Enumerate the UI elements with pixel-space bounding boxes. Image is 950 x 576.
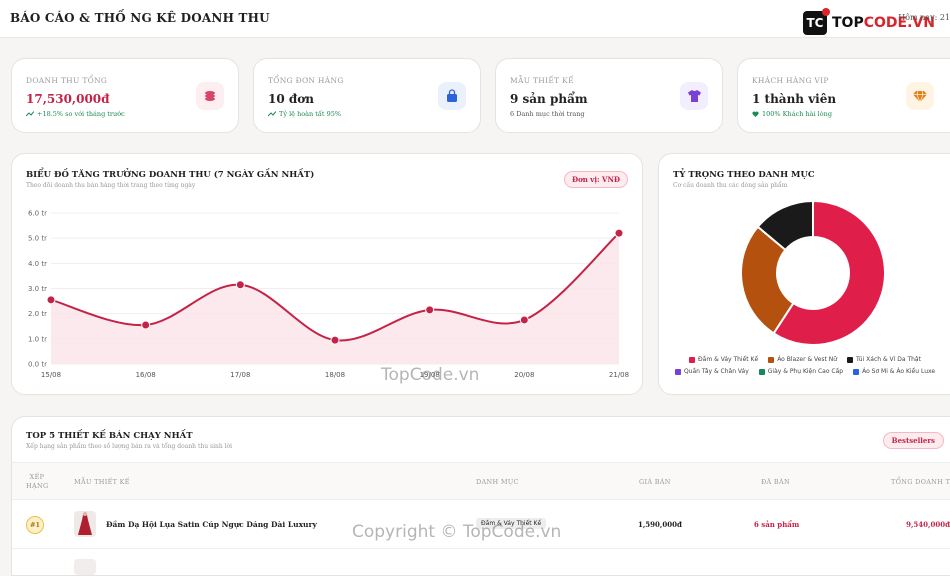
legend-row: Đầm & Váy Thiết Kế Áo Blazer & Vest Nữ Túi… — [659, 356, 950, 363]
data-point — [141, 320, 151, 330]
shirt-icon — [680, 82, 708, 110]
legend-item[interactable]: Quần Tây & Chân Váy — [674, 368, 749, 375]
trend-up-icon — [268, 111, 276, 117]
trend-up-icon — [26, 111, 34, 117]
stat-note: 100% Khách hài lòng — [752, 110, 832, 118]
stat-note-text: 100% Khách hài lòng — [762, 110, 833, 118]
product-thumbnail — [74, 511, 96, 537]
y-tick-label: 4.0 tr — [28, 260, 47, 268]
revenue-card: DOANH THU TỔNG 17,530,000đ +18.5% so với… — [11, 58, 239, 133]
table-row[interactable]: #1 Đầm Dạ Hội Lụa Satin Cúp Ngực Dáng Dà… — [12, 501, 950, 549]
y-tick-label: 1.0 tr — [28, 335, 47, 343]
sold-cell: 6 sản phẩm — [754, 520, 800, 529]
coins-icon — [196, 82, 224, 110]
page-title: BÁO CÁO & THỐ NG KÊ DOANH THU — [10, 11, 270, 25]
total-cell: 9,540,000đ — [906, 520, 950, 529]
legend-row: Quần Tây & Chân Váy Giày & Phụ Kiện Cao C… — [659, 368, 950, 375]
col-price: GIÁ BÁN — [639, 478, 671, 486]
legend-swatch — [674, 368, 681, 375]
stat-label: MẪU THIẾT KẾ — [510, 76, 574, 85]
col-total: TỔNG DOANH THU — [891, 478, 950, 486]
legend-label: Quần Tây & Chân Váy — [683, 368, 749, 375]
orders-card: TỔNG ĐƠN HÀNG 10 đơn Tỷ lệ hoàn tất 95% — [253, 58, 481, 133]
legend-item[interactable]: Giày & Phụ Kiện Cao Cấp — [758, 368, 844, 375]
gem-icon — [906, 82, 934, 110]
data-point — [235, 280, 245, 290]
x-tick-label: 19/08 — [420, 371, 440, 379]
legend-label: Áo Sơ Mi & Áo Kiểu Luxe — [862, 368, 936, 375]
stat-label: TỔNG ĐƠN HÀNG — [268, 76, 344, 85]
stat-label: KHÁCH HÀNG VIP — [752, 76, 829, 85]
data-point — [330, 335, 340, 345]
product-thumbnail — [74, 559, 96, 575]
bestsellers-table-card: TOP 5 THIẾT KẾ BÁN CHẠY NHẤT Xếp hạng sả… — [11, 416, 950, 576]
vip-card: KHÁCH HÀNG VIP 1 thành viên 100% Khách h… — [737, 58, 950, 133]
category-share-card: TỶ TRỌNG THEO DANH MỤC Cơ cấu doanh thu … — [658, 153, 950, 395]
legend-item[interactable]: Áo Blazer & Vest Nữ — [768, 356, 837, 363]
x-tick-label: 18/08 — [325, 371, 345, 379]
legend-swatch — [758, 368, 765, 375]
x-tick-label: 21/08 — [609, 371, 629, 379]
stat-note: +18.5% so với tháng trước — [26, 110, 125, 118]
logo-prefix: TOP — [832, 15, 864, 31]
stat-value: 17,530,000đ — [26, 92, 110, 106]
col-sold: ĐÃ BÁN — [761, 478, 790, 486]
logo-badge: TC — [803, 8, 830, 35]
legend-swatch — [768, 356, 775, 363]
stat-note: Tỷ lệ hoàn tất 95% — [268, 110, 341, 118]
stat-note-text: +18.5% so với tháng trước — [37, 110, 125, 118]
stat-value: 9 sản phẩm — [510, 92, 588, 106]
y-tick-label: 2.0 tr — [28, 310, 47, 318]
shopping-bag-icon — [438, 82, 466, 110]
stat-value: 10 đơn — [268, 92, 314, 106]
col-design: MẪU THIẾT KẾ — [74, 478, 130, 486]
y-tick-label: 5.0 tr — [28, 235, 47, 243]
y-tick-label: 3.0 tr — [28, 285, 47, 293]
col-rank: XẾP HẠNG — [26, 473, 49, 490]
x-tick-label: 15/08 — [41, 371, 61, 379]
data-point — [519, 315, 529, 325]
x-tick-label: 17/08 — [230, 371, 250, 379]
legend-label: Túi Xách & Ví Da Thật — [856, 356, 921, 363]
category-tag: Đầm & Váy Thiết Kế — [476, 518, 547, 529]
data-point — [614, 228, 624, 238]
legend-item[interactable]: Áo Sơ Mi & Áo Kiểu Luxe — [853, 368, 935, 375]
heart-icon — [752, 111, 759, 117]
stat-note-text: Tỷ lệ hoàn tất 95% — [279, 110, 342, 118]
x-tick-label: 20/08 — [514, 371, 534, 379]
table-subtitle: Xếp hạng sản phẩm theo số lượng bán ra v… — [26, 443, 233, 450]
stat-note: 6 Danh mục thời trang — [510, 110, 585, 118]
product-name[interactable]: Đầm Dạ Hội Lụa Satin Cúp Ngực Dáng Dài L… — [106, 520, 317, 529]
table-header: XẾP HẠNG MẪU THIẾT KẾ DANH MỤC GIÁ BÁN Đ… — [12, 462, 950, 500]
chart-title: TỶ TRỌNG THEO DANH MỤC — [673, 170, 815, 180]
stat-value: 1 thành viên — [752, 92, 837, 106]
data-point — [425, 305, 435, 315]
legend-label: Áo Blazer & Vest Nữ — [777, 356, 838, 363]
x-tick-label: 16/08 — [136, 371, 156, 379]
legend-swatch — [689, 356, 696, 363]
table-row[interactable] — [12, 550, 950, 575]
stat-label: DOANH THU TỔNG — [26, 76, 108, 85]
y-tick-label: 0.0 tr — [28, 361, 47, 369]
col-category: DANH MỤC — [476, 478, 519, 486]
legend-swatch — [847, 356, 854, 363]
price-cell: 1,590,000đ — [638, 520, 682, 529]
data-point — [46, 295, 56, 305]
legend-item[interactable]: Túi Xách & Ví Da Thật — [847, 356, 921, 363]
top-bar: BÁO CÁO & THỐ NG KÊ DOANH THU TC TOPCODE… — [0, 0, 950, 38]
legend-label: Đầm & Váy Thiết Kế — [698, 356, 759, 363]
category-donut-chart — [740, 199, 886, 346]
legend-label: Giày & Phụ Kiện Cao Cấp — [767, 368, 844, 375]
designs-card: MẪU THIẾT KẾ 9 sản phẩm 6 Danh mục thời … — [495, 58, 723, 133]
table-title: TOP 5 THIẾT KẾ BÁN CHẠY NHẤT — [26, 431, 193, 441]
legend-item[interactable]: Đầm & Váy Thiết Kế — [689, 356, 758, 363]
legend-swatch — [853, 368, 860, 375]
chart-subtitle: Cơ cấu doanh thu các dòng sản phẩm — [673, 182, 788, 189]
revenue-trend-card: BIỂU ĐỒ TĂNG TRƯỞNG DOANH THU (7 NGÀY GẦ… — [11, 153, 643, 395]
revenue-line-chart: 0.0 tr 1.0 tr 2.0 tr 3.0 tr 4.0 tr 5.0 tr 6.0 … — [28, 210, 629, 380]
y-tick-label: 6.0 tr — [28, 210, 47, 218]
rank-badge: #1 — [26, 516, 44, 534]
bestsellers-badge: Bestsellers — [882, 432, 944, 449]
date-text: Hôm nay: 21 — [898, 13, 950, 22]
